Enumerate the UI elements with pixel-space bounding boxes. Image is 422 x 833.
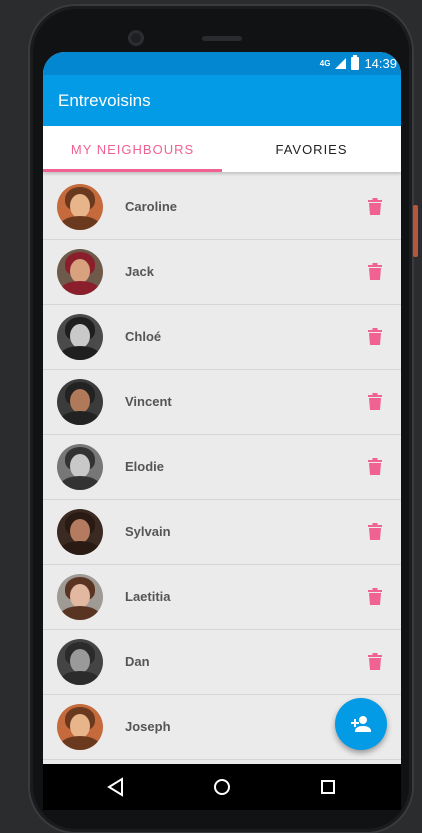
tab-label: FAVORIES [275,141,348,157]
app-bar: Entrevoisins [43,75,401,126]
front-camera [128,30,144,46]
neighbour-row[interactable]: Laetitia [43,565,401,630]
avatar [57,444,103,490]
avatar-face [70,584,90,608]
avatar-body [60,281,100,295]
add-neighbour-button[interactable] [335,698,387,750]
trash-icon[interactable] [368,523,382,540]
avatar [57,574,103,620]
trash-icon[interactable] [368,653,382,670]
tab-bar: MY NEIGHBOURS FAVORIES [43,126,401,172]
neighbour-name: Vincent [125,394,172,409]
avatar [57,379,103,425]
avatar-body [60,671,100,685]
trash-icon[interactable] [368,263,382,280]
avatar-face [70,389,90,413]
neighbour-name: Laetitia [125,589,171,604]
avatar-face [70,714,90,738]
status-bar: 4G 14:39 [43,52,401,75]
avatar [57,249,103,295]
neighbour-row[interactable]: Dan [43,630,401,695]
avatar-face [70,194,90,218]
trash-icon[interactable] [368,458,382,475]
trash-icon[interactable] [368,393,382,410]
avatar-body [60,346,100,360]
tab-favories[interactable]: FAVORIES [222,126,401,172]
neighbour-name: Sylvain [125,524,171,539]
network-type: 4G [319,59,331,68]
avatar-face [70,259,90,283]
neighbour-name: Caroline [125,199,178,214]
neighbour-name: Elodie [125,459,165,474]
neighbour-list: Caroline Jack Chloé Vincent Elodie Sylvain Lae… [43,175,401,760]
avatar-face [70,454,90,478]
avatar-body [60,216,100,230]
avatar-body [60,541,100,555]
neighbour-name: Jack [125,264,154,279]
battery-icon [351,55,360,70]
earpiece [202,36,242,41]
trash-icon[interactable] [368,198,382,215]
tab-my-neighbours[interactable]: MY NEIGHBOURS [43,126,222,172]
avatar-body [60,606,100,620]
avatar [57,509,103,555]
trash-icon[interactable] [368,328,382,345]
neighbour-row[interactable]: Chloé [43,305,401,370]
avatar-body [60,411,100,425]
system-nav-bar [43,764,401,810]
neighbour-row[interactable]: Sylvain [43,500,401,565]
trash-icon[interactable] [368,588,382,605]
neighbour-name: Dan [125,654,150,669]
avatar-face [70,324,90,348]
neighbour-name: Joseph [125,719,171,734]
neighbour-row[interactable]: Elodie [43,435,401,500]
tab-indicator [43,169,222,172]
neighbour-row[interactable]: Caroline [43,175,401,240]
neighbour-row[interactable]: Vincent [43,370,401,435]
neighbour-row[interactable]: Jack [43,240,401,305]
home-circle-icon[interactable] [213,777,231,797]
neighbour-name: Chloé [125,329,162,344]
avatar-body [60,736,100,750]
app-screen: 4G 14:39 Entrevoisins MY NEIGHBOURS FAVO… [43,52,401,764]
app-title: Entrevoisins [58,91,151,110]
status-time: 14:39 [364,56,397,71]
avatar-body [60,476,100,490]
avatar [57,704,103,750]
back-triangle-icon[interactable] [107,777,125,797]
avatar [57,314,103,360]
add-person-icon [351,716,371,732]
signal-icon [335,58,347,69]
avatar-face [70,519,90,543]
avatar-face [70,649,90,673]
avatar [57,184,103,230]
tab-label: MY NEIGHBOURS [70,141,195,157]
recents-square-icon[interactable] [319,777,337,797]
avatar [57,639,103,685]
power-button [413,205,418,257]
